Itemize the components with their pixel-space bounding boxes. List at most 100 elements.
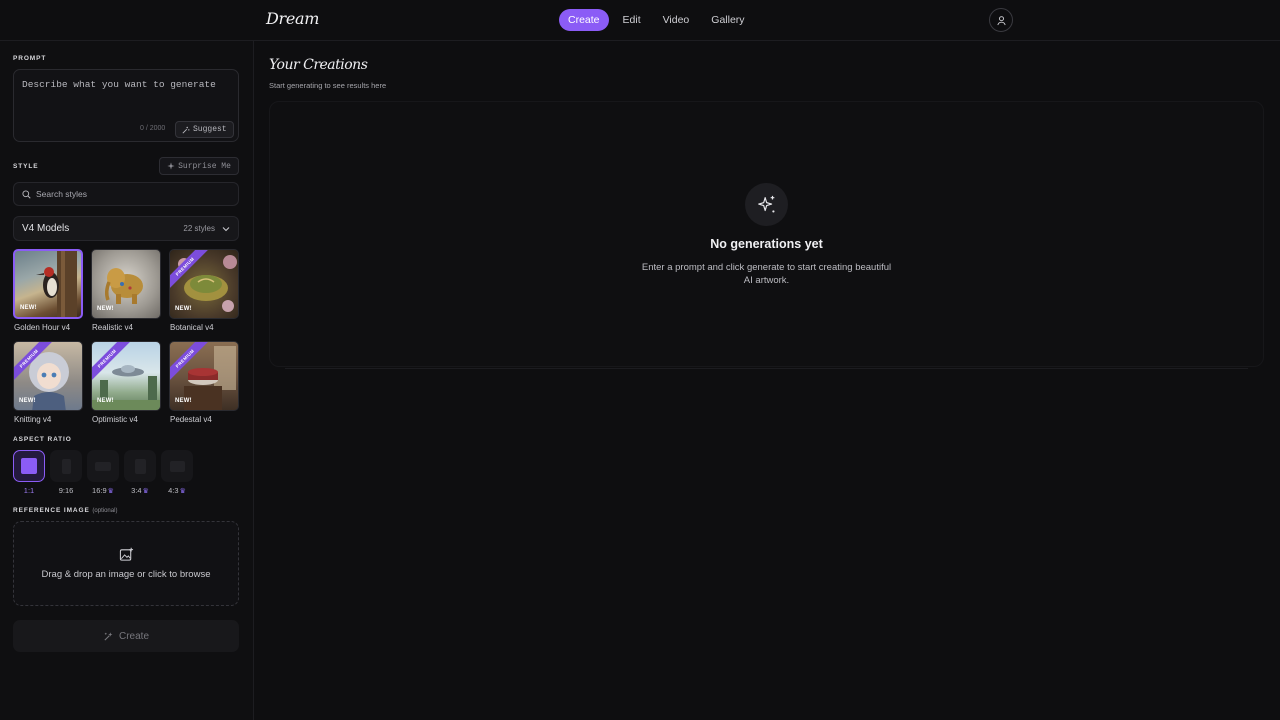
surprise-label: Surprise Me [178, 161, 231, 171]
ratio-label-text: 9:16 [58, 486, 74, 495]
ratio-label: 9:16 [59, 486, 74, 495]
ratio-9-16[interactable]: 9:16 [50, 450, 82, 495]
style-label: Optimistic v4 [92, 415, 138, 424]
style-label: STYLE [13, 163, 39, 170]
ratio-label-text: 4:3 [168, 486, 179, 495]
new-badge: NEW! [97, 398, 114, 404]
empty-state-description: Enter a prompt and click generate to sta… [641, 262, 892, 286]
style-thumbnail[interactable]: NEW! [91, 249, 161, 319]
ratio-3-4[interactable]: 3:4 ♛ [124, 450, 156, 495]
style-tile-knitting[interactable]: PREMIUM NEW! Knitting v4 [13, 341, 83, 424]
sidebar: PROMPT 0 / 2000 Suggest STYLE Surprise M… [0, 41, 254, 720]
ratio-shape [21, 458, 37, 474]
style-label: Golden Hour v4 [14, 323, 71, 332]
style-label: Pedestal v4 [170, 415, 212, 424]
style-thumbnail[interactable]: PREMIUM NEW! [13, 341, 83, 411]
char-counter: 0 / 2000 [140, 125, 166, 132]
style-tile-pedestal[interactable]: PREMIUM NEW! Pedestal v4 [169, 341, 239, 424]
empty-state-icon [745, 183, 788, 226]
aspect-ratio-picker: 1:1 9:16 16:9 ♛ 3:4 ♛ 4:3 ♛ [13, 450, 193, 495]
crown-icon: ♛ [142, 487, 149, 495]
ratio-box [50, 450, 82, 482]
creations-panel [269, 101, 1264, 367]
magic-wand-icon [182, 126, 190, 134]
nav-create[interactable]: Create [559, 9, 609, 31]
style-tile-realistic[interactable]: NEW! Realistic v4 [91, 249, 161, 332]
empty-state-title: No generations yet [710, 237, 823, 251]
top-bar: Dream Create Edit Video Gallery [0, 0, 1280, 41]
ratio-shape [134, 458, 146, 474]
user-icon [996, 15, 1006, 25]
style-label: Knitting v4 [14, 415, 52, 424]
create-label: Create [118, 630, 149, 642]
style-tile-optimistic[interactable]: PREMIUM NEW! Optimistic v4 [91, 341, 161, 424]
ratio-box [124, 450, 156, 482]
reference-dropzone[interactable]: Drag & drop an image or click to browse [13, 521, 239, 606]
app-logo[interactable]: Dream [266, 9, 319, 28]
style-label: Realistic v4 [92, 323, 133, 332]
nav-gallery[interactable]: Gallery [703, 9, 752, 31]
ratio-shape [169, 460, 185, 472]
create-button[interactable]: Create [13, 620, 239, 652]
page-title: Your Creations [269, 57, 368, 73]
prompt-box: 0 / 2000 Suggest [13, 69, 239, 142]
style-label: Botanical v4 [170, 323, 214, 332]
divider [285, 368, 1248, 369]
style-thumbnail[interactable]: PREMIUM NEW! [169, 341, 239, 411]
new-badge: NEW! [175, 306, 192, 312]
reference-image-label: REFERENCE IMAGE (optional) [13, 507, 117, 514]
aspect-ratio-label: ASPECT RATIO [13, 436, 72, 443]
new-badge: NEW! [175, 398, 192, 404]
main-nav: Create Edit Video Gallery [559, 9, 759, 31]
prompt-input[interactable] [22, 79, 227, 90]
ratio-4-3[interactable]: 4:3 ♛ [161, 450, 193, 495]
nav-video[interactable]: Video [655, 9, 698, 31]
ratio-label-text: 16:9 [92, 486, 107, 495]
style-tile-golden-hour[interactable]: NEW! Golden Hour v4 [13, 249, 83, 332]
model-group-name: V4 Models [22, 223, 70, 234]
style-thumbnail[interactable]: NEW! [13, 249, 83, 319]
ratio-shape [61, 458, 71, 474]
style-thumbnail[interactable]: PREMIUM NEW! [91, 341, 161, 411]
style-thumbnail[interactable]: PREMIUM NEW! [169, 249, 239, 319]
ratio-label-text: 3:4 [131, 486, 142, 495]
style-grid: NEW! Golden Hour v4 NEW! Realistic v4 PR… [13, 249, 241, 424]
optional-hint: (optional) [92, 508, 118, 514]
ratio-16-9[interactable]: 16:9 ♛ [87, 450, 119, 495]
ratio-label: 3:4 ♛ [131, 486, 149, 495]
ratio-shape [95, 461, 111, 471]
user-account-button[interactable] [989, 8, 1013, 32]
suggest-label: Suggest [193, 125, 227, 134]
new-badge: NEW! [20, 305, 37, 311]
style-tile-botanical[interactable]: PREMIUM NEW! Botanical v4 [169, 249, 239, 332]
ratio-box [87, 450, 119, 482]
sparkles-icon [104, 631, 113, 641]
new-badge: NEW! [97, 306, 114, 312]
new-badge: NEW! [19, 398, 36, 404]
ratio-label-text: 1:1 [23, 486, 35, 495]
image-add-icon [119, 547, 133, 561]
reference-label-text: REFERENCE IMAGE [13, 507, 90, 514]
style-count: 22 styles [183, 224, 215, 233]
chevron-down-icon [222, 226, 230, 231]
search-icon [22, 189, 31, 199]
crown-icon: ♛ [107, 487, 114, 495]
ratio-label: 16:9 ♛ [92, 486, 114, 495]
ratio-label: 1:1 [24, 486, 34, 495]
suggest-button[interactable]: Suggest [175, 121, 234, 138]
ratio-box [13, 450, 45, 482]
ratio-1-1[interactable]: 1:1 [13, 450, 45, 495]
surprise-me-button[interactable]: Surprise Me [159, 157, 239, 175]
nav-edit[interactable]: Edit [615, 9, 649, 31]
sparkle-icon [167, 162, 175, 170]
sparkles-icon [757, 195, 775, 213]
ratio-box [161, 450, 193, 482]
dropzone-text: Drag & drop an image or click to browse [41, 569, 211, 580]
prompt-label: PROMPT [13, 55, 47, 62]
ratio-label: 4:3 ♛ [168, 486, 186, 495]
style-search [13, 182, 239, 206]
page-subtitle: Start generating to see results here [269, 81, 387, 90]
style-search-input[interactable] [36, 189, 226, 199]
model-group-dropdown[interactable]: V4 Models 22 styles [13, 216, 239, 241]
crown-icon: ♛ [179, 487, 186, 495]
